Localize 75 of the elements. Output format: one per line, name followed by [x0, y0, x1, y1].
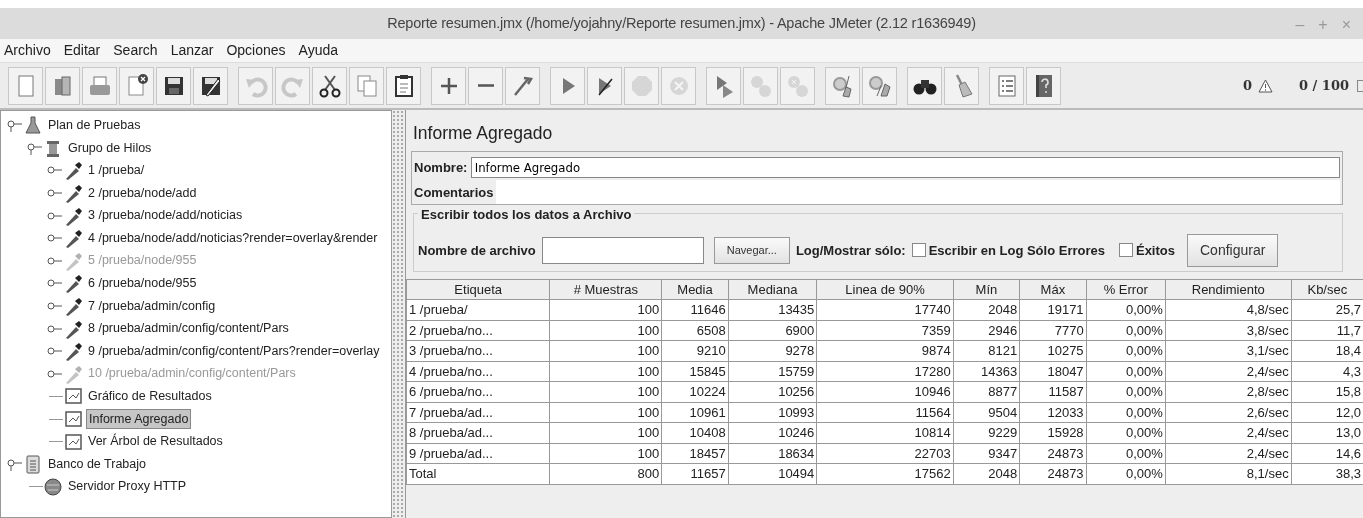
tree-item[interactable]: Banco de Trabajo: [46, 454, 148, 474]
table-cell: 1 /prueba/: [406, 299, 550, 321]
tree-item[interactable]: 9 /prueba/admin/config/content/Pars?render=overlay: [86, 341, 382, 361]
comments-label: Comentarios: [414, 180, 497, 205]
checkbox[interactable]: [911, 243, 926, 258]
checkbox[interactable]: [1118, 243, 1133, 258]
checkbox-label: Escribir en Log Sólo Errores: [928, 241, 1105, 260]
window-title: Reporte resumen.jmx (/home/yojahny/Reporte resumen.jmx) - Apache JMeter (2.12 r1636949): [387, 13, 976, 33]
toolbar-button[interactable]: [587, 66, 622, 105]
minus-icon: [477, 84, 494, 87]
tree-item[interactable]: 2 /prueba/node/add: [86, 183, 199, 203]
table-cell: 7 /prueba/ad...: [406, 402, 550, 423]
column-header[interactable]: % Error: [1086, 279, 1166, 300]
table-cell: 3 /prueba/no...: [406, 340, 550, 362]
tree-item[interactable]: 4 /prueba/node/add/noticias?render=overlay&render: [86, 228, 380, 248]
name-field[interactable]: Informe Agregado: [470, 156, 1340, 178]
tree-item[interactable]: Plan de Pruebas: [46, 115, 143, 135]
toolbar-button[interactable]: [431, 66, 466, 105]
column-header[interactable]: Media: [661, 279, 729, 300]
tree-item[interactable]: Grupo de Hilos: [66, 138, 154, 158]
menu-item[interactable]: Opciones: [226, 40, 286, 61]
menu-item[interactable]: Editar: [63, 40, 101, 61]
table-cell: 4 /prueba/no...: [406, 361, 550, 382]
menu-item[interactable]: Archivo: [4, 40, 51, 61]
warning-icon: [1258, 78, 1273, 93]
tree-item[interactable]: 3 /prueba/node/add/noticias: [86, 206, 245, 226]
tree-item[interactable]: 7 /prueba/admin/config: [86, 296, 218, 316]
expanded-handle-icon[interactable]: [5, 456, 23, 473]
column-header[interactable]: Rendimiento: [1165, 279, 1292, 300]
table-cell: 2 /prueba/no...: [406, 320, 550, 341]
file-name-label: Nombre de archivo: [418, 241, 536, 260]
toolbar-button[interactable]: [386, 66, 421, 105]
tree-item[interactable]: Gráfico de Resultados: [86, 387, 214, 406]
browse-button[interactable]: Navegar...: [713, 236, 790, 264]
column-header[interactable]: Mediana: [728, 279, 817, 300]
table-cell: 8 /prueba/ad...: [406, 422, 550, 444]
menu-item[interactable]: Search: [113, 40, 158, 61]
name-label: Nombre:: [414, 158, 468, 177]
table-cell: 6 /prueba/no...: [406, 381, 550, 403]
thread-count: 0 / 100: [1299, 76, 1349, 95]
tree-item[interactable]: Informe Agregado: [86, 408, 192, 430]
comments-field[interactable]: Comentarios: [414, 180, 1340, 205]
tree-line: [49, 441, 63, 443]
toolbar-button[interactable]: [156, 66, 191, 105]
column-header[interactable]: Máx: [1019, 279, 1087, 300]
checkbox-label: Éxitos: [1135, 241, 1175, 260]
toolbar-button[interactable]: [907, 66, 942, 105]
column-header[interactable]: Mín: [953, 279, 1020, 300]
menu-item[interactable]: Lanzar: [170, 40, 214, 61]
filter-label: Log/Mostrar sólo:: [795, 241, 906, 260]
column-header[interactable]: # Muestras: [549, 279, 662, 300]
toolbar-button[interactable]: [119, 66, 154, 105]
column-header[interactable]: Kb/sec: [1291, 279, 1363, 300]
tree-item[interactable]: 1 /prueba/: [86, 161, 147, 180]
file-name-field[interactable]: [541, 236, 704, 264]
toolbar-button[interactable]: [312, 66, 347, 105]
column-header[interactable]: Linea de 90%: [816, 279, 954, 300]
column-header[interactable]: Etiqueta: [406, 279, 550, 300]
status-indicator: [1357, 79, 1363, 92]
toolbar-button[interactable]: [193, 66, 228, 105]
toolbar-button[interactable]: [1026, 66, 1061, 105]
tree-item[interactable]: Servidor Proxy HTTP: [66, 477, 189, 497]
menu-item[interactable]: Ayuda: [298, 40, 339, 61]
table-cell: 9 /prueba/ad...: [406, 443, 550, 464]
tree-line: [49, 418, 63, 420]
expanded-handle-icon[interactable]: [5, 117, 23, 134]
tree-line: [49, 395, 63, 397]
tree-item[interactable]: 6 /prueba/node/955: [86, 274, 199, 293]
table-cell: Total: [406, 463, 550, 485]
tree-item[interactable]: Ver Árbol de Resultados: [86, 432, 225, 451]
tree-item[interactable]: 8 /prueba/admin/config/content/Pars: [86, 319, 291, 338]
panel-title: Informe Agregado: [413, 122, 554, 145]
tree-line: [29, 486, 43, 488]
configure-button[interactable]: Configurar: [1187, 233, 1279, 267]
warning-count: 0: [1242, 76, 1252, 95]
